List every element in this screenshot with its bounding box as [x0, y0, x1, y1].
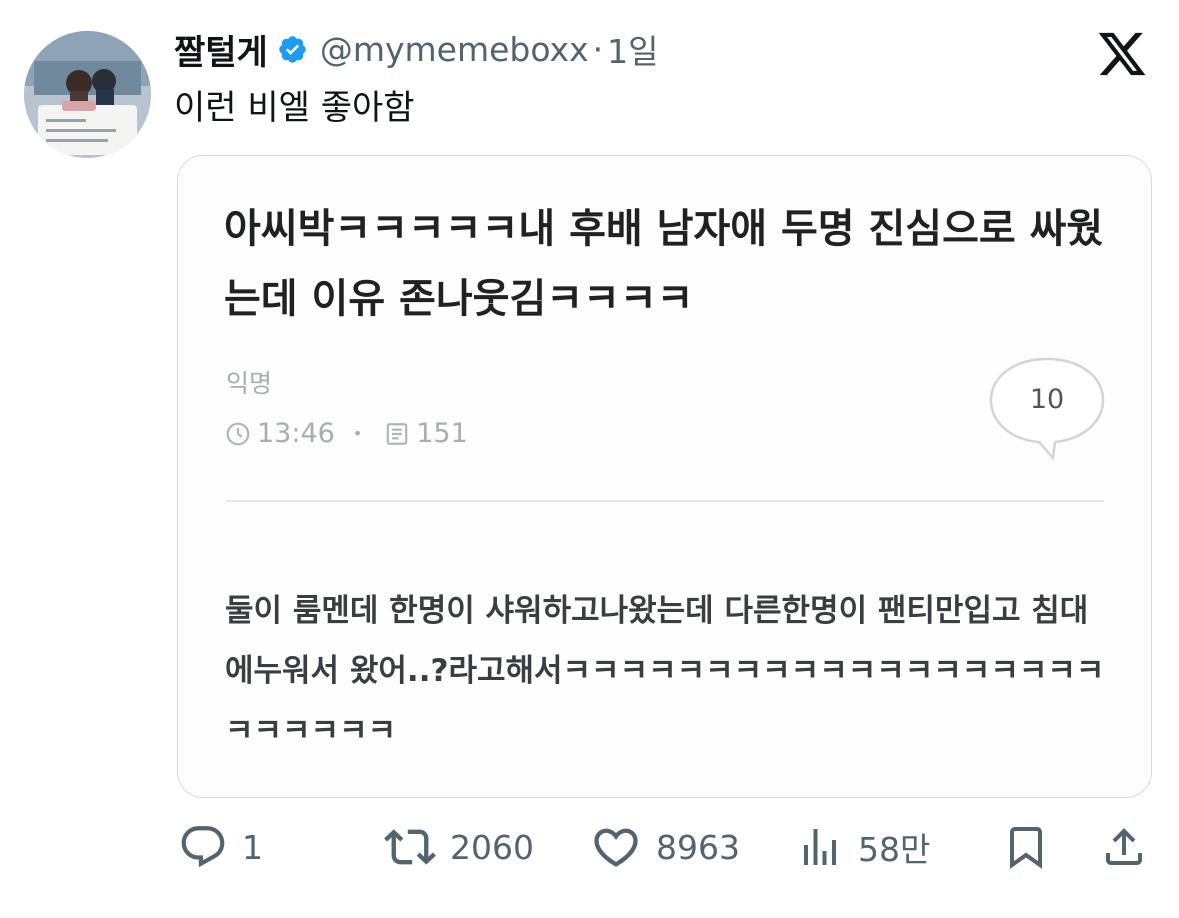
- card-divider: [226, 500, 1104, 502]
- retweet-count: 2060: [450, 827, 534, 867]
- like-button[interactable]: 8963: [590, 812, 740, 882]
- views-count: 58만: [858, 830, 931, 869]
- tweet-header: 짤털게 @mymemeboxx · 1일: [174, 24, 658, 74]
- reply-count: 1: [242, 827, 263, 867]
- reply-button[interactable]: 1: [178, 812, 263, 882]
- like-count: 8963: [656, 827, 740, 867]
- retweet-icon: [384, 829, 436, 865]
- post-title: 아씨박ㅋㅋㅋㅋㅋ내 후배 남자애 두명 진심으로 싸웠는데 이유 존나웃김ㅋㅋㅋ…: [224, 206, 1104, 322]
- avatar[interactable]: [24, 31, 151, 158]
- document-icon: [386, 422, 408, 445]
- comment-bubble[interactable]: 10: [985, 354, 1109, 466]
- heart-icon: [594, 828, 638, 867]
- share-button[interactable]: [1100, 812, 1148, 882]
- share-icon: [1106, 828, 1142, 865]
- meta-separator: •: [352, 424, 363, 443]
- views-button[interactable]: 58만: [796, 812, 930, 882]
- display-name[interactable]: 짤털게: [174, 25, 268, 74]
- avatar-image: [24, 31, 151, 158]
- post-views: 151: [416, 418, 468, 449]
- bar-chart-icon: [804, 829, 836, 865]
- post-author: 익명: [226, 369, 273, 398]
- timestamp[interactable]: 1일: [607, 25, 658, 73]
- embedded-image-card[interactable]: 아씨박ㅋㅋㅋㅋㅋ내 후배 남자애 두명 진심으로 싸웠는데 이유 존나웃김ㅋㅋㅋ…: [177, 155, 1152, 798]
- post-meta: 13:46 • 151: [225, 418, 468, 449]
- clock-icon: [226, 422, 250, 445]
- tweet-actions: 1 2060 8963 58만: [0, 812, 1179, 882]
- x-logo-icon[interactable]: [1096, 28, 1148, 80]
- verified-badge-icon: [279, 35, 306, 63]
- user-handle[interactable]: @mymemeboxx: [320, 30, 589, 69]
- separator-dot: ·: [592, 29, 604, 69]
- tweet-text: 이런 비엘 좋아함: [174, 88, 415, 128]
- post-time: 13:46: [257, 418, 335, 449]
- bookmark-icon: [1010, 827, 1042, 869]
- comment-count: 10: [1029, 384, 1065, 415]
- reply-icon: [181, 826, 225, 868]
- retweet-button[interactable]: 2060: [384, 812, 534, 882]
- bookmark-button[interactable]: [1002, 812, 1050, 882]
- post-body: 둘이 룸멘데 한명이 샤워하고나왔는데 다른한명이 팬티만입고 침대에누워서 왔…: [225, 593, 1105, 749]
